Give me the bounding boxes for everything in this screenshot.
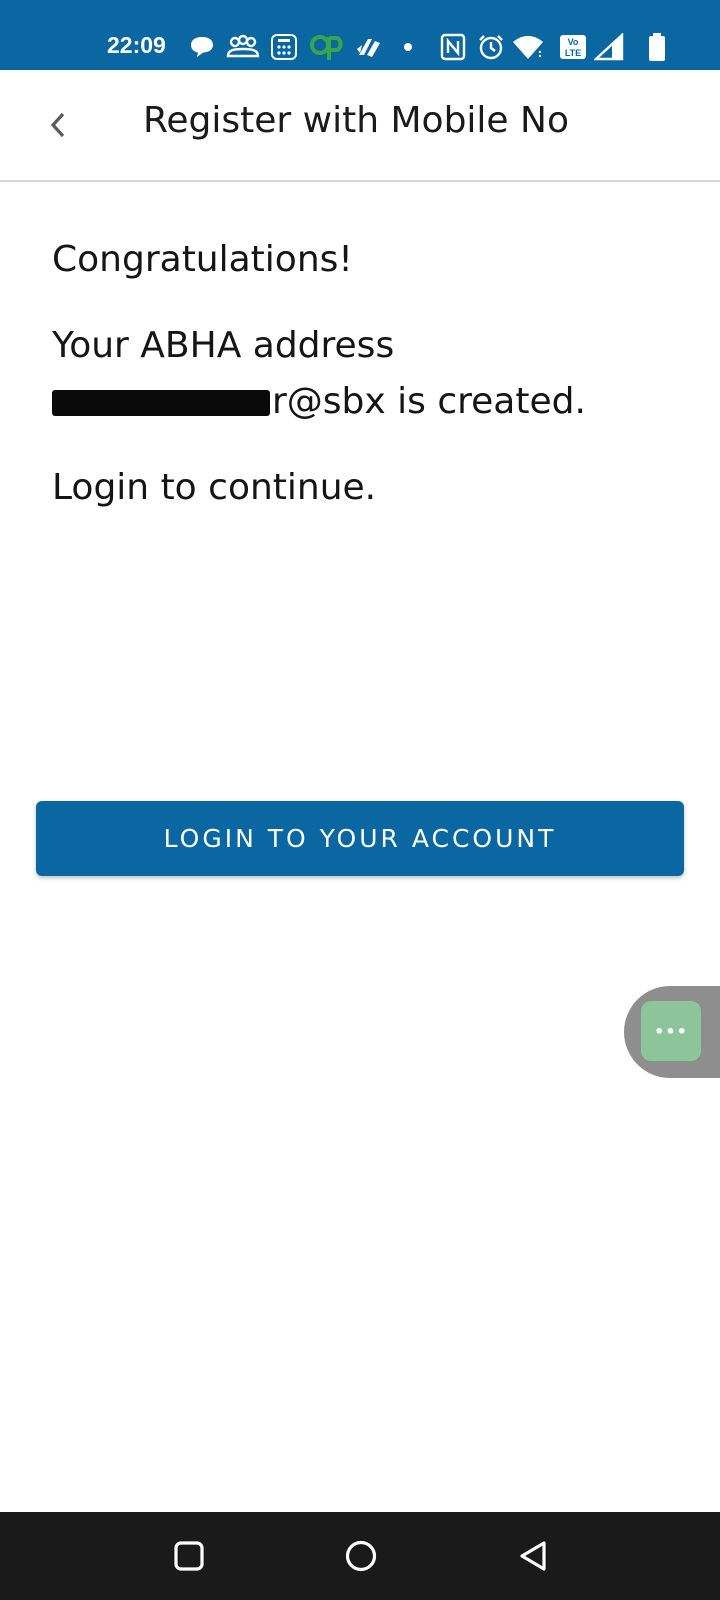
app-bar: Register with Mobile No bbox=[0, 70, 720, 182]
success-message: Congratulations! Your ABHA address r@sbx… bbox=[52, 232, 672, 516]
battery-icon bbox=[649, 33, 665, 61]
abha-address-line-1: Your ABHA address bbox=[52, 325, 395, 366]
chat-bubble-icon bbox=[191, 37, 213, 57]
page-title: Register with Mobile No bbox=[143, 100, 569, 141]
chat-widget-button[interactable]: ••• bbox=[641, 1001, 701, 1061]
chevron-left-icon bbox=[50, 112, 65, 138]
back-button[interactable] bbox=[36, 103, 80, 147]
login-instruction: Login to continue. bbox=[52, 467, 377, 508]
nfc-icon bbox=[440, 33, 466, 61]
wifi-icon bbox=[513, 36, 543, 59]
login-to-account-button[interactable]: LOGIN TO YOUR ACCOUNT bbox=[36, 801, 684, 876]
volte-icon: Vo LTE bbox=[560, 35, 586, 59]
ellipsis-icon: ••• bbox=[654, 1021, 688, 1041]
login-button-label: LOGIN TO YOUR ACCOUNT bbox=[163, 824, 557, 853]
back-triangle-icon[interactable] bbox=[516, 1538, 552, 1574]
congratulations-heading: Congratulations! bbox=[52, 239, 353, 280]
status-time: 22:09 bbox=[107, 32, 166, 58]
chat-widget-tab[interactable]: ••• bbox=[624, 986, 720, 1078]
people-icon bbox=[226, 34, 260, 58]
abha-address-line-2: r@sbx is created. bbox=[52, 374, 672, 430]
calculator-icon bbox=[271, 34, 297, 60]
system-navigation-bar bbox=[0, 1512, 720, 1600]
svg-text:LTE: LTE bbox=[565, 48, 581, 58]
recents-square-icon[interactable] bbox=[171, 1538, 207, 1574]
abha-address-suffix: r@sbx is created. bbox=[272, 381, 586, 422]
redacted-username bbox=[52, 390, 270, 416]
alarm-icon bbox=[479, 35, 503, 60]
p-app-icon bbox=[310, 35, 343, 60]
phonepe-icon bbox=[357, 39, 380, 57]
home-circle-icon[interactable] bbox=[343, 1538, 379, 1574]
status-bar: 22:09 Vo LTE bbox=[0, 0, 720, 70]
dot-icon bbox=[404, 43, 412, 51]
svg-text:Vo: Vo bbox=[568, 37, 579, 47]
signal-icon bbox=[594, 33, 624, 61]
